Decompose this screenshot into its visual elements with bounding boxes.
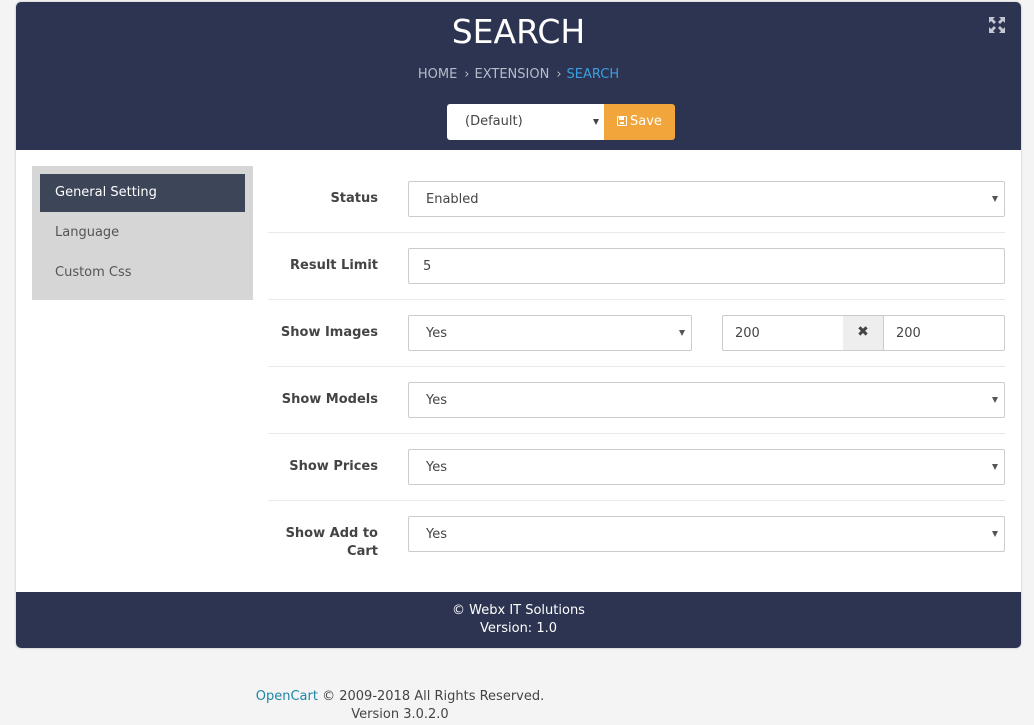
footer-copyright: © Webx IT Solutions [452,603,585,618]
form-row-show-images: Show Images Yes 200 ✖ 200 [268,300,1005,367]
image-height-value: 200 [896,326,921,341]
show-prices-select-value: Yes [426,460,447,475]
show-add-to-cart-label-line1: Show Add to [285,526,378,541]
show-add-to-cart-select[interactable]: Yes [408,516,1005,552]
image-width-input[interactable]: 200 [722,315,844,351]
show-images-label: Show Images [280,325,378,340]
save-button-label: Save [630,114,662,129]
module-panel: SEARCH HOME › EXTENSION › SEARCH (Default) S… [16,2,1021,648]
page-title: SEARCH [451,12,586,51]
caret-down-icon [992,464,998,470]
settings-sidebar: General Setting Language Custom Css [32,166,253,300]
caret-down-icon [679,330,685,336]
result-limit-input[interactable]: 5 [408,248,1005,284]
form-row-show-models: Show Models Yes [268,367,1005,434]
sidebar-item-custom-css[interactable]: Custom Css [40,254,245,292]
status-label: Status [330,191,378,206]
caret-down-icon [992,397,998,403]
breadcrumb-home[interactable]: HOME [418,67,457,82]
page-footer-copyright-line: OpenCart © 2009-2018 All Rights Reserved… [170,688,630,706]
image-height-input[interactable]: 200 [883,315,1005,351]
store-select-value: (Default) [465,114,523,129]
breadcrumb: HOME › EXTENSION › SEARCH [16,66,1021,84]
result-limit-label: Result Limit [290,258,378,273]
show-images-select[interactable]: Yes [408,315,692,351]
save-button[interactable]: Save [604,104,675,140]
show-images-select-value: Yes [426,326,447,341]
form-row-show-add-to-cart: Show Add to Cart Yes [268,501,1005,568]
module-header: SEARCH HOME › EXTENSION › SEARCH (Default) S… [16,2,1021,150]
caret-down-icon [992,531,998,537]
sidebar-item-language[interactable]: Language [40,214,245,252]
breadcrumb-current[interactable]: SEARCH [567,67,620,82]
opencart-link[interactable]: OpenCart [256,689,318,704]
expand-arrows-icon[interactable] [988,16,1006,34]
show-add-to-cart-label: Show Add to Cart [238,525,378,561]
page-footer: OpenCart © 2009-2018 All Rights Reserved… [170,688,630,724]
show-prices-label: Show Prices [289,459,378,474]
status-select[interactable]: Enabled [408,181,1005,217]
breadcrumb-separator-icon: › [464,67,470,82]
show-add-to-cart-label-line2: Cart [347,544,378,559]
show-prices-select[interactable]: Yes [408,449,1005,485]
show-models-select-value: Yes [426,393,447,408]
form-row-show-prices: Show Prices Yes [268,434,1005,501]
caret-down-icon [593,119,599,125]
form-row-status: Status Enabled [268,166,1005,233]
breadcrumb-separator-icon: › [556,67,562,82]
times-icon: ✖ [843,315,883,351]
page-footer-rights: © 2009-2018 All Rights Reserved. [317,689,545,704]
sidebar-item-general-setting[interactable]: General Setting [40,174,245,212]
image-width-value: 200 [735,326,760,341]
footer-version: Version: 1.0 [480,621,557,636]
caret-down-icon [992,196,998,202]
status-select-value: Enabled [426,192,479,207]
breadcrumb-extension[interactable]: EXTENSION [475,67,550,82]
store-select[interactable]: (Default) [447,104,604,140]
show-models-label: Show Models [281,392,378,407]
floppy-disk-icon [617,116,627,126]
result-limit-value: 5 [423,259,432,274]
show-models-select[interactable]: Yes [408,382,1005,418]
show-add-to-cart-select-value: Yes [426,527,447,542]
page-footer-version: Version 3.0.2.0 [351,707,449,722]
module-footer: © Webx IT Solutions Version: 1.0 [16,592,1021,648]
form-row-result-limit: Result Limit 5 [268,233,1005,300]
